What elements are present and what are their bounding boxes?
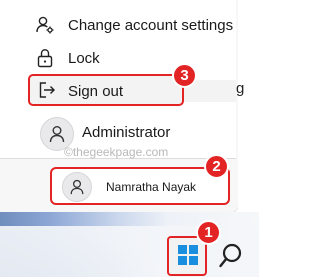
current-user-name: Administrator <box>82 124 171 141</box>
sign-out-icon <box>36 79 58 101</box>
windows-logo-icon <box>178 245 198 265</box>
watermark: ©thegeekpage.com <box>64 145 169 159</box>
annotation-badge-3: 3 <box>172 63 197 88</box>
lock-item[interactable]: Lock <box>68 46 100 70</box>
user-avatar-icon <box>62 172 92 202</box>
search-icon[interactable] <box>218 242 244 270</box>
change-account-settings-item[interactable]: Change account settings <box>68 13 233 37</box>
obscured-menu-text: g <box>236 80 245 97</box>
other-user-name[interactable]: Namratha Nayak <box>106 180 196 194</box>
account-popup-menu: Change account settings Lock Sign out 3 … <box>0 0 236 159</box>
lock-icon <box>34 47 56 69</box>
annotation-badge-2: 2 <box>204 154 229 179</box>
sign-out-item[interactable]: Sign out <box>68 79 123 103</box>
start-menu-right-edge <box>238 0 259 212</box>
people-settings-icon <box>34 14 56 36</box>
